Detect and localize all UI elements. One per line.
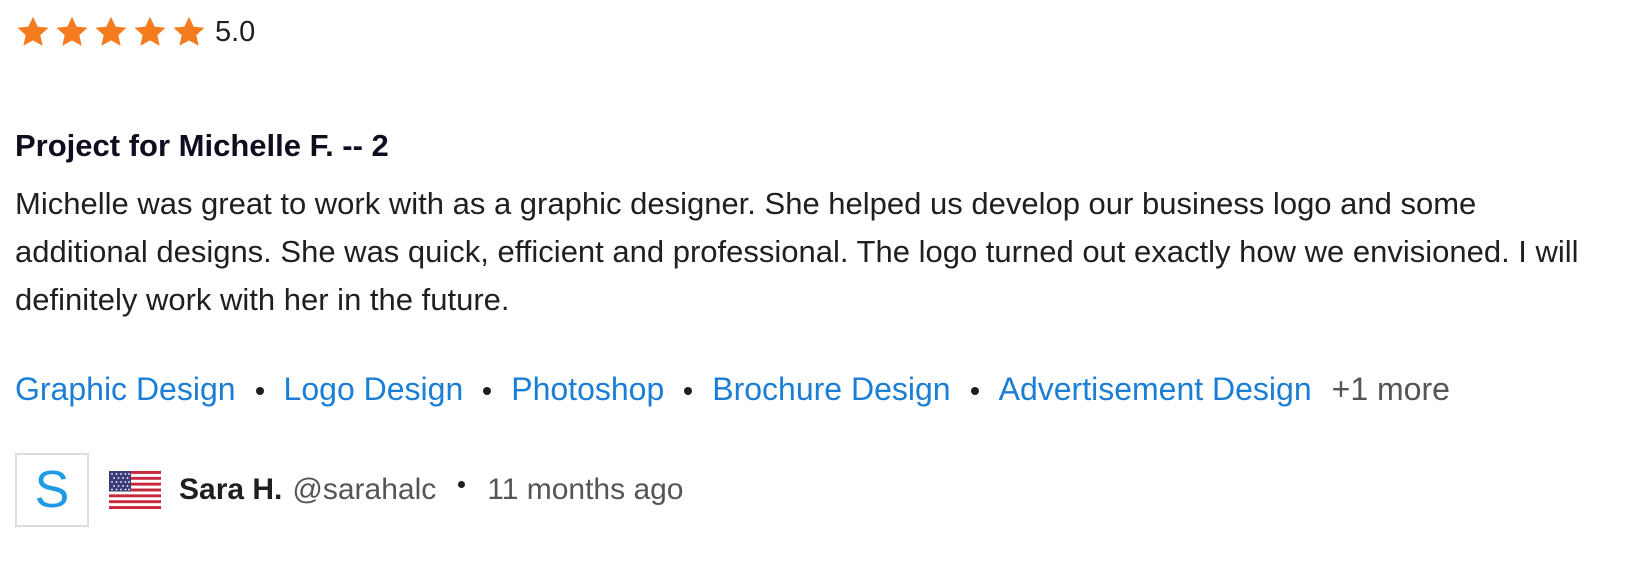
skill-link-brochure-design[interactable]: Brochure Design: [712, 371, 950, 408]
skill-link-graphic-design[interactable]: Graphic Design: [15, 371, 236, 408]
review-body: Michelle was great to work with as a gra…: [15, 186, 1579, 317]
skill-link-logo-design[interactable]: Logo Design: [284, 371, 464, 408]
review-title: Project for Michelle F. -- 2: [15, 128, 389, 163]
separator-dot: [684, 387, 693, 395]
review-timestamp: 11 months ago: [487, 473, 684, 506]
rating-value: 5.0: [215, 16, 256, 48]
separator-dot: [970, 387, 979, 395]
star-icon: [132, 14, 168, 50]
reviewer-name[interactable]: Sara H.: [179, 473, 282, 507]
us-flag-icon: [109, 471, 161, 509]
separator-dot: [458, 480, 466, 488]
star-icon: [93, 14, 129, 50]
separator-dot: [483, 387, 492, 395]
separator-dot: [255, 387, 264, 395]
more-skills-button[interactable]: +1 more: [1332, 371, 1450, 408]
reviewer-row: S Sara H. @sarahalc 11 months ago: [15, 451, 684, 529]
rating-row: 5.0: [15, 14, 255, 50]
star-icon: [54, 14, 90, 50]
skill-link-advertisement-design[interactable]: Advertisement Design: [999, 371, 1312, 408]
skill-tags: Graphic Design Logo Design Photoshop Bro…: [15, 366, 1450, 412]
avatar[interactable]: S: [15, 453, 89, 527]
star-icon: [171, 14, 207, 50]
skill-link-photoshop[interactable]: Photoshop: [511, 371, 664, 408]
reviewer-handle: @sarahalc: [292, 473, 437, 506]
star-icon: [15, 14, 51, 50]
star-rating: [15, 14, 207, 50]
